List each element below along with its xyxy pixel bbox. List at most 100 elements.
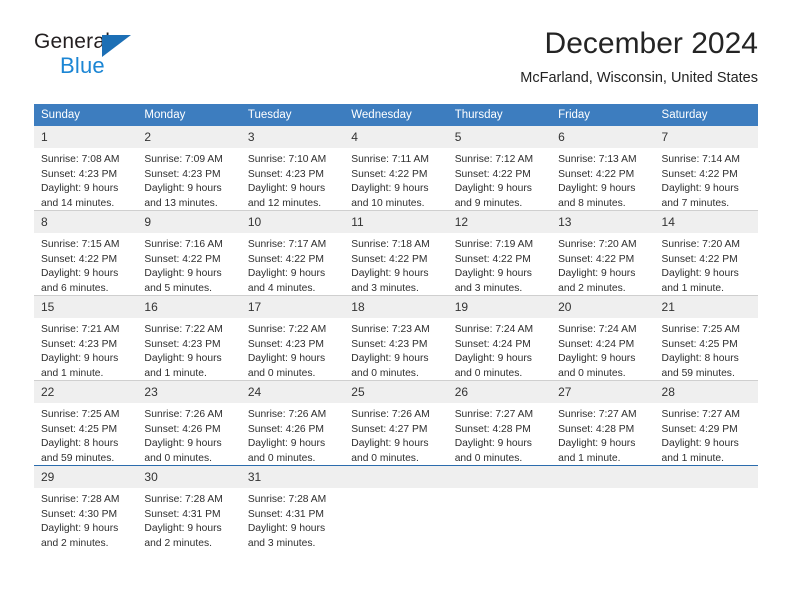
sunrise-text: Sunrise: 7:09 AM	[144, 154, 223, 165]
calendar-day-cell[interactable]: 2 Sunrise: 7:09 AM Sunset: 4:23 PM Daylight…	[137, 126, 241, 211]
calendar-day-cell[interactable]: 14 Sunrise: 7:20 AM Sunset: 4:22 PM Dayligh…	[654, 210, 758, 296]
calendar-day-cell[interactable]: 29 Sunrise: 7:28 AM Sunset: 4:30 PM Dayligh…	[34, 465, 138, 550]
calendar-day-cell[interactable]: 17 Sunrise: 7:22 AM Sunset: 4:23 PM Dayligh…	[240, 295, 345, 381]
day-details: Sunrise: 7:09 AM Sunset: 4:23 PM Daylight:…	[137, 148, 240, 211]
sunset-text: Sunset: 4:24 PM	[454, 338, 531, 350]
day-details: Sunrise: 7:24 AM Sunset: 4:24 PM Daylight:…	[551, 318, 654, 381]
calendar-day-cell[interactable]: 27 Sunrise: 7:27 AM Sunset: 4:28 PM Dayligh…	[551, 380, 655, 466]
calendar-day-cell[interactable]: 13 Sunrise: 7:20 AM Sunset: 4:22 PM Dayligh…	[551, 210, 655, 296]
daylight-text: Daylight: 9 hours and 2 minutes.	[144, 523, 222, 549]
day-number: 2	[137, 126, 241, 148]
day-details: Sunrise: 7:11 AM Sunset: 4:22 PM Daylight:…	[344, 148, 447, 211]
day-details: Sunrise: 7:22 AM Sunset: 4:23 PM Daylight:…	[137, 318, 240, 381]
calendar-day-cell[interactable]: 28 Sunrise: 7:27 AM Sunset: 4:29 PM Dayligh…	[654, 380, 758, 466]
day-cell-inner: 6 Sunrise: 7:13 AM Sunset: 4:22 PM Daylight…	[551, 126, 655, 210]
calendar-week-row: 22 Sunrise: 7:25 AM Sunset: 4:25 PM Dayligh…	[34, 380, 758, 466]
sunrise-text: Sunrise: 7:18 AM	[351, 239, 430, 250]
daylight-text: Daylight: 9 hours and 12 minutes.	[247, 183, 326, 209]
calendar-day-cell[interactable]: 19 Sunrise: 7:24 AM Sunset: 4:24 PM Dayligh…	[447, 295, 552, 381]
day-cell-inner: 18 Sunrise: 7:23 AM Sunset: 4:23 PM Dayligh…	[344, 296, 448, 380]
calendar-day-cell[interactable]: 10 Sunrise: 7:17 AM Sunset: 4:22 PM Dayligh…	[240, 210, 345, 296]
calendar-day-cell[interactable]: 12 Sunrise: 7:19 AM Sunset: 4:22 PM Dayligh…	[447, 210, 552, 296]
calendar-day-cell[interactable]: 8 Sunrise: 7:15 AM Sunset: 4:22 PM Daylight…	[34, 210, 138, 296]
sunset-text: Sunset: 4:22 PM	[661, 168, 738, 180]
sunset-text: Sunset: 4:29 PM	[661, 423, 738, 435]
sunrise-text: Sunrise: 7:27 AM	[454, 409, 534, 420]
sunset-text: Sunset: 4:22 PM	[661, 253, 738, 265]
day-number: 8	[34, 211, 138, 233]
sunset-text: Sunset: 4:28 PM	[558, 423, 635, 435]
day-details: Sunrise: 7:20 AM Sunset: 4:22 PM Daylight:…	[551, 233, 654, 296]
day-details: Sunrise: 7:20 AM Sunset: 4:22 PM Daylight:…	[655, 233, 758, 296]
calendar-day-cell-empty	[344, 465, 448, 550]
day-cell-inner	[344, 466, 448, 550]
calendar-day-cell[interactable]: 30 Sunrise: 7:28 AM Sunset: 4:31 PM Dayligh…	[137, 465, 241, 550]
sunrise-text: Sunrise: 7:27 AM	[661, 409, 740, 420]
sunrise-text: Sunrise: 7:23 AM	[351, 324, 430, 335]
day-cell-inner: 4 Sunrise: 7:11 AM Sunset: 4:22 PM Daylight…	[344, 126, 448, 211]
day-number: 13	[551, 211, 655, 233]
day-number: 31	[240, 466, 345, 488]
day-number: 18	[344, 296, 448, 318]
day-cell-inner: 3 Sunrise: 7:10 AM Sunset: 4:23 PM Daylight…	[240, 126, 345, 210]
day-details: Sunrise: 7:24 AM Sunset: 4:24 PM Daylight:…	[448, 318, 551, 381]
day-details: Sunrise: 7:27 AM Sunset: 4:28 PM Daylight:…	[551, 403, 654, 466]
calendar-day-cell[interactable]: 20 Sunrise: 7:24 AM Sunset: 4:24 PM Dayligh…	[551, 295, 655, 381]
sunrise-text: Sunrise: 7:28 AM	[247, 494, 327, 505]
day-details: Sunrise: 7:19 AM Sunset: 4:22 PM Daylight:…	[448, 233, 551, 296]
calendar-day-cell[interactable]: 15 Sunrise: 7:21 AM Sunset: 4:23 PM Dayligh…	[34, 295, 138, 381]
day-cell-inner: 8 Sunrise: 7:15 AM Sunset: 4:22 PM Daylight…	[34, 211, 138, 295]
sunrise-text: Sunrise: 7:17 AM	[247, 239, 327, 250]
sunset-text: Sunset: 4:31 PM	[247, 508, 324, 520]
calendar-day-cell[interactable]: 1 Sunrise: 7:08 AM Sunset: 4:23 PM Daylight…	[34, 126, 138, 211]
day-number: 1	[34, 126, 138, 148]
calendar-day-cell[interactable]: 11 Sunrise: 7:18 AM Sunset: 4:22 PM Dayligh…	[344, 210, 448, 296]
calendar-day-cell[interactable]: 22 Sunrise: 7:25 AM Sunset: 4:25 PM Dayligh…	[34, 380, 138, 466]
day-number: 16	[137, 296, 241, 318]
generalblue-logo[interactable]: General Blue	[34, 30, 214, 88]
calendar-day-cell[interactable]: 16 Sunrise: 7:22 AM Sunset: 4:23 PM Dayligh…	[137, 295, 241, 381]
calendar-day-cell[interactable]: 25 Sunrise: 7:26 AM Sunset: 4:27 PM Dayligh…	[344, 380, 448, 466]
calendar-day-cell[interactable]: 26 Sunrise: 7:27 AM Sunset: 4:28 PM Dayligh…	[447, 380, 552, 466]
calendar-day-cell[interactable]: 31 Sunrise: 7:28 AM Sunset: 4:31 PM Dayligh…	[240, 465, 345, 550]
daylight-text: Daylight: 9 hours and 3 minutes.	[454, 268, 532, 294]
sunrise-text: Sunrise: 7:22 AM	[144, 324, 223, 335]
day-cell-inner	[551, 466, 655, 550]
daylight-text: Daylight: 9 hours and 4 minutes.	[247, 268, 326, 294]
daylight-text: Daylight: 9 hours and 14 minutes.	[41, 183, 119, 209]
daylight-text: Daylight: 9 hours and 3 minutes.	[247, 523, 326, 549]
day-number: 4	[344, 126, 448, 148]
logo-word-blue: Blue	[60, 53, 105, 78]
weekday-header-tuesday: Tuesday	[240, 104, 345, 126]
day-details: Sunrise: 7:12 AM Sunset: 4:22 PM Daylight:…	[448, 148, 551, 211]
calendar-day-cell[interactable]: 18 Sunrise: 7:23 AM Sunset: 4:23 PM Dayligh…	[344, 295, 448, 381]
day-number: 25	[344, 381, 448, 403]
sunrise-text: Sunrise: 7:24 AM	[454, 324, 534, 335]
calendar-day-cell[interactable]: 21 Sunrise: 7:25 AM Sunset: 4:25 PM Dayligh…	[654, 295, 758, 381]
sunrise-text: Sunrise: 7:28 AM	[144, 494, 223, 505]
sunrise-text: Sunrise: 7:10 AM	[247, 154, 327, 165]
daylight-text: Daylight: 9 hours and 10 minutes.	[351, 183, 429, 209]
calendar-week-row: 8 Sunrise: 7:15 AM Sunset: 4:22 PM Daylight…	[34, 210, 758, 296]
day-details: Sunrise: 7:22 AM Sunset: 4:23 PM Daylight:…	[241, 318, 344, 381]
day-cell-inner: 17 Sunrise: 7:22 AM Sunset: 4:23 PM Dayligh…	[240, 296, 345, 381]
calendar-day-cell[interactable]: 24 Sunrise: 7:26 AM Sunset: 4:26 PM Dayligh…	[240, 380, 345, 466]
calendar-day-cell[interactable]: 7 Sunrise: 7:14 AM Sunset: 4:22 PM Daylight…	[654, 126, 758, 211]
calendar-day-cell[interactable]: 4 Sunrise: 7:11 AM Sunset: 4:22 PM Daylight…	[344, 126, 448, 211]
page-title: December 2024	[544, 27, 758, 60]
calendar-day-cell[interactable]: 6 Sunrise: 7:13 AM Sunset: 4:22 PM Daylight…	[551, 126, 655, 211]
sunrise-text: Sunrise: 7:20 AM	[558, 239, 637, 250]
sunrise-text: Sunrise: 7:14 AM	[661, 154, 740, 165]
calendar-day-cell[interactable]: 23 Sunrise: 7:26 AM Sunset: 4:26 PM Dayligh…	[137, 380, 241, 466]
calendar-day-cell[interactable]: 3 Sunrise: 7:10 AM Sunset: 4:23 PM Daylight…	[240, 126, 345, 211]
sunset-text: Sunset: 4:23 PM	[351, 338, 428, 350]
sunrise-text: Sunrise: 7:26 AM	[247, 409, 327, 420]
calendar-day-cell[interactable]: 5 Sunrise: 7:12 AM Sunset: 4:22 PM Daylight…	[447, 126, 552, 211]
day-cell-inner: 24 Sunrise: 7:26 AM Sunset: 4:26 PM Dayligh…	[240, 381, 345, 465]
calendar-day-cell[interactable]: 9 Sunrise: 7:16 AM Sunset: 4:22 PM Daylight…	[137, 210, 241, 296]
daylight-text: Daylight: 9 hours and 1 minute.	[661, 438, 739, 464]
sunset-text: Sunset: 4:27 PM	[351, 423, 428, 435]
day-cell-inner: 20 Sunrise: 7:24 AM Sunset: 4:24 PM Dayligh…	[551, 296, 655, 381]
day-details: Sunrise: 7:25 AM Sunset: 4:25 PM Daylight:…	[34, 403, 137, 466]
day-number: 15	[34, 296, 138, 318]
